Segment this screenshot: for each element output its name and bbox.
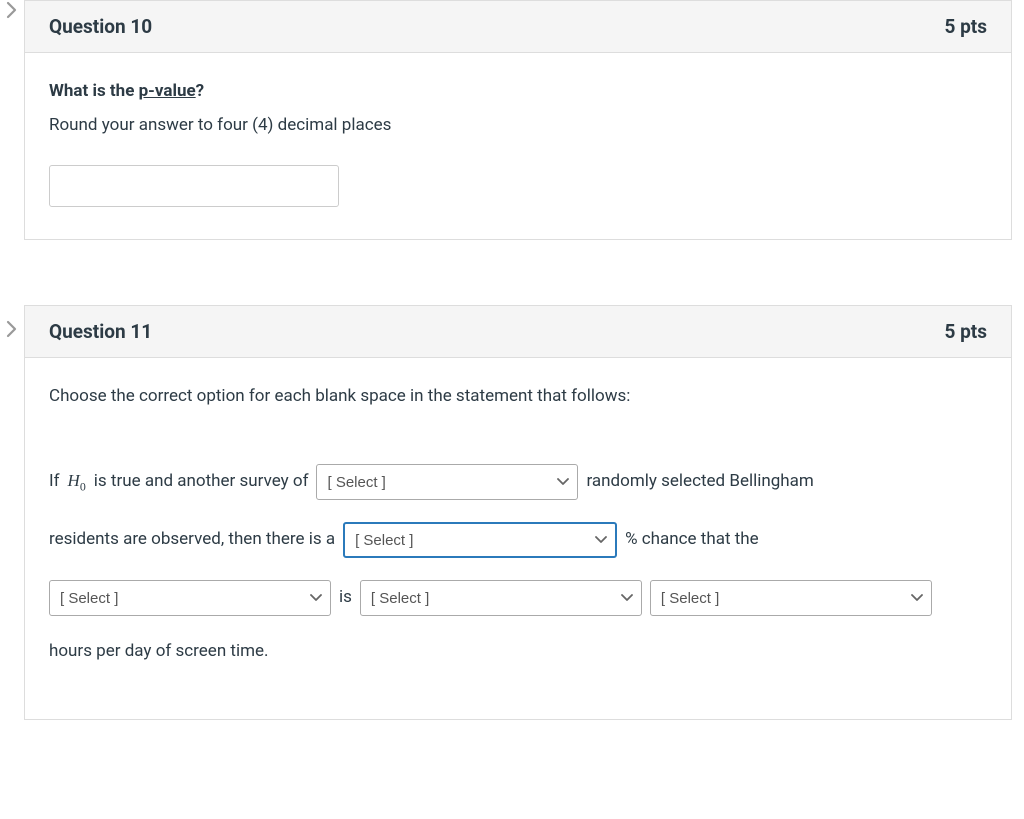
statement-row-1: If H0 is true and another survey of [ Se… xyxy=(49,464,987,500)
select-2[interactable]: [ Select ] xyxy=(345,524,615,556)
question-11-title: Question 11 xyxy=(49,320,152,343)
statement-row-2: residents are observed, then there is a … xyxy=(49,522,987,558)
question-10-body: What is the p-value? Round your answer t… xyxy=(25,53,1011,239)
question-caret-icon xyxy=(2,0,22,20)
statement-row-3: [ Select ] is [ Select ] [ Select ] xyxy=(49,580,987,616)
question-11-body: Choose the correct option for each blank… xyxy=(25,358,1011,719)
question-10-prompt: What is the p-value? xyxy=(49,81,987,101)
question-11-points: 5 pts xyxy=(945,320,988,343)
select-3[interactable]: [ Select ] xyxy=(50,581,330,615)
select-2-wrapper: [ Select ] xyxy=(343,522,617,558)
question-11-header: Question 11 5 pts xyxy=(25,306,1011,358)
question-11-intro: Choose the correct option for each blank… xyxy=(49,386,987,406)
question-11-block: Question 11 5 pts Choose the correct opt… xyxy=(24,305,1012,720)
select-5[interactable]: [ Select ] xyxy=(651,581,931,615)
question-10-header: Question 10 5 pts xyxy=(25,1,1011,53)
select-1-wrapper: [ Select ] xyxy=(316,464,578,500)
question-10-block: Question 10 5 pts What is the p-value? R… xyxy=(24,0,1012,240)
statement-row-4: hours per day of screen time. xyxy=(49,638,987,665)
h0-variable: H0 xyxy=(68,467,86,496)
question-10-points: 5 pts xyxy=(945,15,988,38)
select-5-wrapper: [ Select ] xyxy=(650,580,932,616)
select-4[interactable]: [ Select ] xyxy=(361,581,641,615)
question-caret-icon xyxy=(2,319,22,339)
select-3-wrapper: [ Select ] xyxy=(49,580,331,616)
pvalue-input[interactable] xyxy=(49,165,339,207)
select-4-wrapper: [ Select ] xyxy=(360,580,642,616)
question-10-title: Question 10 xyxy=(49,15,152,38)
question-10-subtext: Round your answer to four (4) decimal pl… xyxy=(49,115,987,135)
select-1[interactable]: [ Select ] xyxy=(317,465,577,499)
